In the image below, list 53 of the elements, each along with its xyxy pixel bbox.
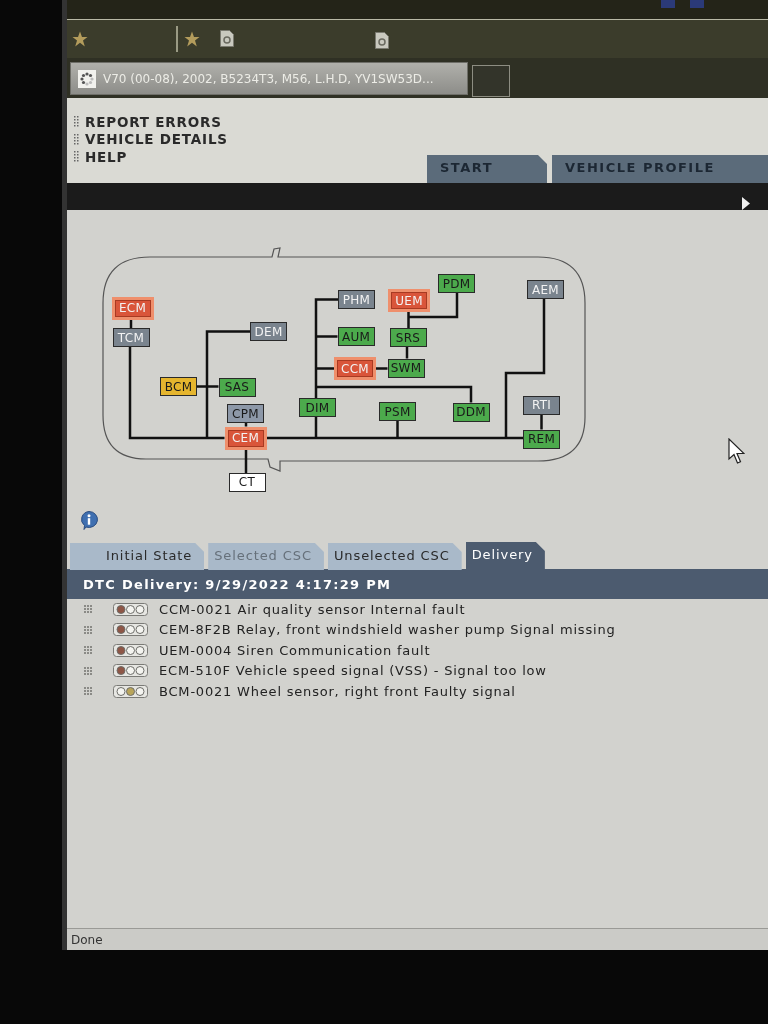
menu-link[interactable]: VEHICLE DETAILS [85,131,228,148]
star-icon[interactable] [184,30,200,47]
star-icon[interactable] [72,30,88,47]
arrow-right-icon[interactable] [742,197,750,210]
grip-icon [74,133,79,145]
connector-line [244,449,248,473]
status-text: Done [71,932,103,947]
module-node[interactable]: DIM [299,398,336,417]
document-icon[interactable] [220,30,234,47]
module-node[interactable]: CEM [224,426,267,450]
module-node[interactable]: DDM [452,402,490,422]
dtc-text[interactable]: ECM-510F Vehicle speed signal (VSS) - Signal too low [159,663,547,679]
module-node[interactable]: CCM [334,357,376,380]
dot-grid-icon[interactable] [84,605,92,614]
module-node[interactable]: SRS [389,328,427,347]
cursor-icon [728,438,745,465]
module-node[interactable]: UEM [388,289,430,312]
result-tab[interactable]: Initial State [70,543,205,570]
module-node[interactable]: RTI [523,395,560,415]
spinner-icon [78,69,96,88]
module-node[interactable]: AEM [527,280,564,299]
result-tab[interactable]: Unselected CSC [327,543,462,570]
grip-icon [74,151,79,163]
module-node[interactable]: DEM [250,322,287,341]
empty-tab[interactable] [472,65,510,97]
dot-grid-icon[interactable] [84,625,92,634]
dtc-text[interactable]: CCM-0021 Air quality sensor Internal fault [159,601,466,617]
dtc-header: DTC Delivery: 9/29/2022 4:17:29 PM [67,569,768,599]
menu-link[interactable]: REPORT ERRORS [85,113,222,130]
menu-link[interactable]: HELP [85,148,128,165]
module-node[interactable]: AUM [337,327,375,346]
module-node[interactable]: SAS [218,377,256,397]
grip-icon [74,116,79,128]
info-icon[interactable] [80,511,98,530]
module-node[interactable]: ECM [111,296,154,320]
module-node[interactable]: PDM [438,274,475,293]
module-node[interactable]: CT [228,472,266,492]
module-node[interactable]: SWM [387,358,425,378]
module-node[interactable]: REM [523,429,560,449]
dot-grid-icon[interactable] [84,666,92,675]
module-node[interactable]: CPM [227,404,264,423]
module-node[interactable]: PHM [338,290,375,309]
dtc-text[interactable]: BCM-0021 Wheel sensor, right front Faulty signal [159,683,516,699]
dot-grid-icon[interactable] [84,646,92,655]
dtc-text[interactable]: UEM-0004 Siren Communication fault [159,642,431,658]
module-node[interactable]: TCM [112,328,150,347]
result-tab[interactable]: Delivery [465,542,545,570]
module-node[interactable]: PSM [379,402,416,421]
document-icon[interactable] [375,32,389,49]
module-node[interactable]: BCM [160,377,197,396]
connector-line [376,367,388,370]
dtc-text[interactable]: CEM-8F2B Relay, front windshield washer pump Signal missing [159,622,616,638]
dot-grid-icon[interactable] [84,687,92,696]
